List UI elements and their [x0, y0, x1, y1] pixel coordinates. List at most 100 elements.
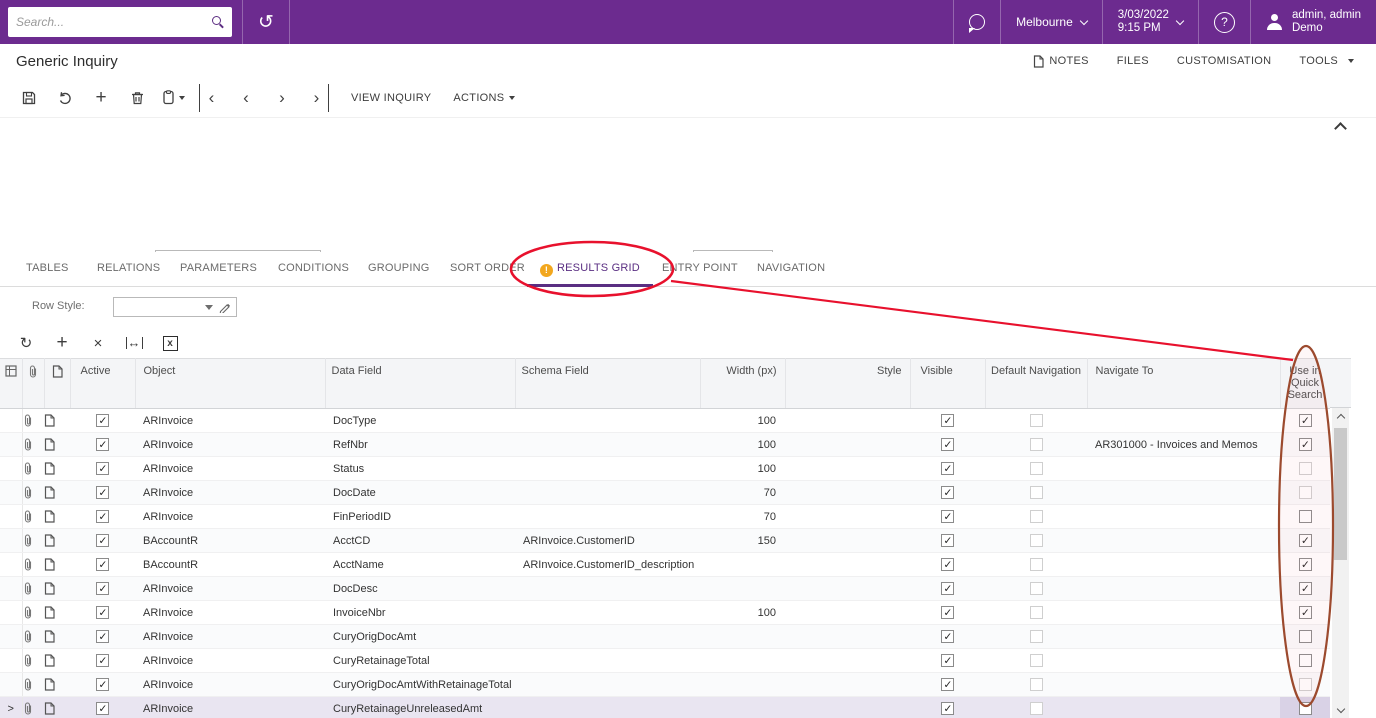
attachment-cell[interactable]	[22, 528, 44, 553]
width-cell[interactable]: 100	[700, 408, 785, 433]
active-checkbox[interactable]	[96, 654, 109, 667]
active-checkbox[interactable]	[96, 702, 109, 715]
visible-checkbox[interactable]	[941, 486, 954, 499]
fit-width-button[interactable]: ↔	[124, 336, 144, 349]
width-cell[interactable]	[700, 672, 785, 697]
quick-search-checkbox[interactable]	[1298, 534, 1312, 547]
search-icon[interactable]	[212, 16, 224, 28]
quick-search-checkbox[interactable]	[1298, 438, 1312, 451]
note-cell[interactable]	[44, 528, 70, 553]
quick-search-cell[interactable]	[1280, 600, 1330, 625]
active-cell[interactable]	[70, 480, 135, 505]
visible-checkbox[interactable]	[941, 678, 954, 691]
active-checkbox[interactable]	[96, 414, 109, 427]
schema-field-cell[interactable]	[515, 408, 700, 433]
navigate-to-cell[interactable]	[1087, 552, 1280, 577]
data-field-cell[interactable]: AcctCD	[325, 528, 515, 553]
save-button[interactable]	[18, 84, 40, 112]
width-cell[interactable]	[700, 648, 785, 673]
row-selector[interactable]	[0, 456, 23, 481]
quick-search-checkbox[interactable]	[1298, 414, 1312, 427]
table-row[interactable]: ARInvoiceInvoiceNbr 100	[0, 600, 1330, 625]
go-first-button[interactable]: ‹	[199, 83, 221, 112]
quick-search-checkbox[interactable]	[1298, 654, 1312, 667]
active-cell[interactable]	[70, 696, 135, 718]
default-navigation-cell[interactable]	[985, 456, 1087, 481]
table-row[interactable]: ARInvoiceCuryRetainageTotal	[0, 648, 1330, 673]
data-field-cell[interactable]: InvoiceNbr	[325, 600, 515, 625]
width-cell[interactable]: 100	[700, 432, 785, 457]
note-cell[interactable]	[44, 552, 70, 577]
style-cell[interactable]	[785, 480, 910, 505]
actions-button[interactable]: ACTIONS	[453, 84, 516, 112]
table-row[interactable]: ARInvoiceDocDesc	[0, 576, 1330, 601]
note-cell[interactable]	[44, 600, 70, 625]
visible-cell[interactable]	[910, 624, 985, 649]
quick-search-checkbox[interactable]	[1298, 582, 1312, 595]
width-cell[interactable]	[700, 696, 785, 718]
schema-field-cell[interactable]	[515, 504, 700, 529]
table-row[interactable]: BAccountRAcctCDARInvoice.CustomerID150	[0, 528, 1330, 553]
visible-checkbox[interactable]	[941, 558, 954, 571]
active-cell[interactable]	[70, 552, 135, 577]
object-cell[interactable]: BAccountR	[135, 552, 325, 577]
visible-cell[interactable]	[910, 408, 985, 433]
attachment-cell[interactable]	[22, 600, 44, 625]
grid-settings-header[interactable]	[0, 358, 23, 409]
default-navigation-cell[interactable]	[985, 648, 1087, 673]
export-excel-button[interactable]: x	[160, 335, 180, 351]
tab-tables[interactable]: TABLES	[26, 252, 69, 287]
tab-results-grid[interactable]: ! RESULTS GRID	[527, 252, 653, 287]
object-cell[interactable]: ARInvoice	[135, 408, 325, 433]
width-cell[interactable]	[700, 552, 785, 577]
style-cell[interactable]	[785, 528, 910, 553]
attachment-cell[interactable]	[22, 624, 44, 649]
table-row[interactable]: ARInvoiceStatus 100	[0, 456, 1330, 481]
chevron-down-icon[interactable]	[205, 304, 213, 310]
visible-checkbox[interactable]	[941, 654, 954, 667]
default-navigation-checkbox[interactable]	[1029, 678, 1043, 691]
navigate-to-cell[interactable]: AR301000 - Invoices and Memos	[1087, 432, 1280, 457]
visible-cell[interactable]	[910, 528, 985, 553]
add-record-button[interactable]: +	[90, 84, 112, 112]
quick-search-checkbox[interactable]	[1298, 702, 1312, 715]
visible-checkbox[interactable]	[941, 462, 954, 475]
tab-conditions[interactable]: CONDITIONS	[278, 252, 349, 287]
grid-vertical-scrollbar[interactable]	[1332, 408, 1349, 718]
date-time-selector[interactable]: 3/03/2022 9:15 PM	[1101, 0, 1198, 44]
default-navigation-cell[interactable]	[985, 408, 1087, 433]
customisation-button[interactable]: CUSTOMISATION	[1177, 55, 1272, 67]
active-cell[interactable]	[70, 672, 135, 697]
scrollbar-thumb[interactable]	[1334, 428, 1347, 560]
notes-button[interactable]: NOTES	[1033, 54, 1088, 68]
row-selector-active[interactable]: >	[0, 696, 23, 718]
delete-row-button[interactable]: ×	[88, 335, 108, 352]
note-cell[interactable]	[44, 432, 70, 457]
default-navigation-checkbox[interactable]	[1029, 534, 1043, 547]
tools-button[interactable]: TOOLS	[1299, 55, 1354, 67]
object-cell[interactable]: ARInvoice	[135, 648, 325, 673]
visible-cell[interactable]	[910, 696, 985, 718]
style-cell[interactable]	[785, 456, 910, 481]
schema-field-cell[interactable]: ARInvoice.CustomerID_description	[515, 552, 700, 577]
data-field-cell[interactable]: CuryOrigDocAmtWithRetainageTotal	[325, 672, 515, 697]
object-cell[interactable]: ARInvoice	[135, 672, 325, 697]
go-previous-button[interactable]: ‹	[235, 84, 257, 112]
default-navigation-cell[interactable]	[985, 672, 1087, 697]
active-checkbox[interactable]	[96, 630, 109, 643]
add-row-button[interactable]: +	[52, 332, 72, 354]
note-cell[interactable]	[44, 672, 70, 697]
feedback-button[interactable]	[953, 0, 1000, 44]
active-checkbox[interactable]	[96, 462, 109, 475]
quick-search-cell[interactable]	[1280, 552, 1330, 577]
pencil-icon[interactable]	[219, 301, 231, 313]
schema-field-cell[interactable]	[515, 576, 700, 601]
navigate-to-cell[interactable]	[1087, 576, 1280, 601]
quick-search-checkbox[interactable]	[1298, 630, 1312, 643]
visible-cell[interactable]	[910, 480, 985, 505]
row-style-combo[interactable]	[113, 297, 237, 317]
default-navigation-checkbox[interactable]	[1029, 486, 1043, 499]
width-cell[interactable]: 100	[700, 456, 785, 481]
default-navigation-checkbox[interactable]	[1029, 654, 1043, 667]
default-navigation-cell[interactable]	[985, 696, 1087, 718]
